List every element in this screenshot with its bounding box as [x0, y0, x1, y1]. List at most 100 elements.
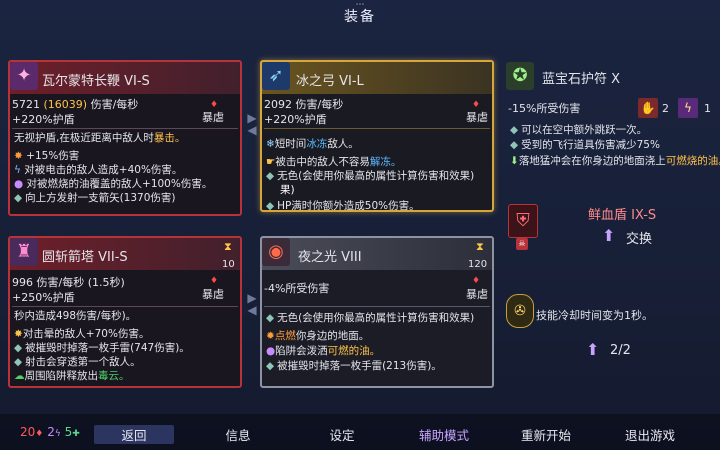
desc-highlight: 可燃的油。: [327, 345, 381, 357]
tactics-scroll-icon: ϟ: [678, 98, 698, 118]
settings-button[interactable]: 设定: [310, 425, 374, 444]
cooldown-value: 120: [468, 259, 488, 270]
hourglass-icon: ⧗: [224, 240, 232, 253]
brutality-stat: 20: [20, 425, 36, 439]
desc-highlight: 暴击。: [153, 132, 186, 144]
desc-text: 周围陷阱: [24, 370, 67, 382]
divider: [264, 128, 490, 129]
scaling-tag: 暴虐: [466, 111, 488, 124]
desc-line: ✹点燃你身边的地面。: [266, 330, 369, 343]
desc-highlight: 点燃: [274, 330, 296, 342]
desc-line: 果): [280, 184, 295, 196]
oil-icon: ●: [14, 178, 24, 190]
dps-unit: 伤害/每秒 (1.5秒): [36, 276, 125, 289]
dps-line: 5721 (16039) 伤害/每秒: [12, 98, 138, 112]
tactics-small-icon: ϟ: [54, 429, 61, 439]
item-card-ice-bow[interactable]: ➶ 冰之弓 VI-L 2092 伤害/每秒 +220%护盾 ♦ 暴虐 ❄短时间冰…: [260, 60, 494, 212]
desc-line: ☁周围陷阱释放出毒云。: [14, 370, 130, 383]
brutality-icon: ♦: [210, 100, 219, 110]
desc-line: ◆ 受到的飞行道具伤害减少75%: [510, 139, 660, 152]
desc-text: 被击中的敌人不容易: [275, 156, 370, 168]
card-header: [262, 238, 492, 270]
bullet-icon: ◆: [266, 312, 275, 324]
slam-icon: ⬇: [510, 155, 519, 167]
item-name: 冰之弓 VI-L: [296, 74, 364, 89]
lightning-icon: ϟ: [14, 164, 21, 176]
desc-line: ◆ 被摧毁时掉落一枚手雷(213伤害)。: [266, 360, 442, 373]
desc-highlight: 解冻。: [369, 156, 402, 168]
desc-line: ◆ 可以在空中额外跳跃一次。: [510, 124, 647, 137]
desc-line: ◆ 无色(会使用你最高的属性计算伤害和效果): [266, 170, 474, 183]
item-card-blood-shield[interactable]: ⛨ ☠ 鲜血盾 IX-S ⬆ 交换: [502, 200, 718, 256]
desc-line: ◆ HP满时你额外造成50%伤害。: [266, 200, 420, 210]
turret-icon: ♜: [10, 238, 38, 266]
survival-small-icon: ✚: [72, 429, 80, 439]
item-name: 蓝宝石护符 X: [542, 72, 621, 87]
dps-unit: 伤害/每秒: [90, 98, 139, 111]
cooldown-value: 10: [222, 259, 235, 270]
amulet-panel: ✇ 技能冷却时间变为1秒。 ⬆ 2/2: [502, 292, 718, 362]
desc-highlight: 冰冻: [306, 138, 328, 150]
quit-game-button[interactable]: 退出游戏: [612, 425, 688, 444]
desc-text: 你身边的地面。: [295, 330, 370, 342]
dps-alt-value: (16039): [43, 98, 88, 111]
swap-label[interactable]: 交换: [626, 228, 652, 247]
whip-icon: ✦: [10, 62, 38, 90]
shield-bonus: +220%护盾: [12, 113, 75, 126]
flask-icon: ⬆: [586, 340, 600, 359]
desc-text: 无色(会使用你最高的属性计算伤害和效果): [277, 170, 475, 182]
brutality-count: 2: [662, 102, 669, 115]
desc-line: ● 对被燃烧的油覆盖的敌人+100%伤害。: [14, 178, 212, 191]
bullet-icon: ◆: [14, 356, 23, 368]
shield-icon: ⛨: [508, 204, 538, 238]
info-button[interactable]: 信息: [206, 425, 270, 444]
desc-text: 陷阱会泼洒: [275, 345, 328, 357]
hand-icon: ☛: [266, 156, 276, 168]
desc-line: ●陷阱会泼洒可燃的油。: [266, 345, 380, 358]
oil-icon: ●: [266, 345, 276, 357]
desc-text: 短时间: [274, 138, 307, 150]
desc-text: 无色(会使用你最高的属性计算伤害和效果): [277, 312, 475, 324]
item-card-talisman[interactable]: ✪ 蓝宝石护符 X -15%所受伤害 ✋ 2 ϟ 1 ◆ 可以在空中额外跳跃一次。…: [502, 60, 720, 190]
restart-button[interactable]: 重新开始: [508, 425, 584, 444]
fire-icon: ✹: [266, 330, 275, 342]
desc-highlight: 可燃烧的油。: [665, 155, 720, 167]
tactics-stat: 2: [47, 425, 55, 439]
bullet-icon: ◆: [14, 192, 23, 204]
divider: [264, 306, 490, 307]
snowflake-icon: ❄: [266, 138, 275, 150]
bullet-icon: ◆: [14, 342, 23, 354]
item-name: 瓦尔蒙特长鞭 VI-S: [42, 74, 150, 89]
dps-value: 2092: [264, 98, 292, 111]
item-card-whip[interactable]: ✦ 瓦尔蒙特长鞭 VI-S 5721 (16039) 伤害/每秒 +220%护盾…: [8, 60, 242, 216]
bullet-icon: ◆: [266, 360, 275, 372]
item-card-turret[interactable]: ♜ 圆斩箭塔 VII-S ⧗ 10 996 伤害/每秒 (1.5秒) +250%…: [8, 236, 242, 388]
skull-icon: ☠: [516, 238, 528, 250]
amulet-count: 2/2: [610, 343, 631, 358]
desc-text: 被摧毁时掉落一枚手雷(747伤害)。: [25, 342, 190, 354]
damage-reduction: -15%所受伤害: [508, 102, 581, 115]
shield-bonus: +220%护盾: [264, 113, 327, 126]
desc-text: 敌人。: [327, 138, 359, 150]
desc-line: ❄短时间冰冻敌人。: [266, 138, 359, 151]
stun-icon: ✸: [14, 328, 23, 340]
back-button[interactable]: 返回: [94, 425, 174, 444]
scaling-tag: 暴虐: [202, 288, 224, 301]
brutality-icon: ♦: [472, 100, 481, 110]
desc-highlight: 毒云。: [98, 370, 130, 382]
bullet-icon: ◆: [266, 170, 275, 182]
desc-text: 被摧毁时掉落一枚手雷(213伤害)。: [277, 360, 442, 372]
brutality-scroll-icon: ✋: [638, 98, 658, 118]
item-card-night-light[interactable]: ◉ 夜之光 VIII ⧗ 120 -4%所受伤害 ♦ 暴虐 ◆ 无色(会使用你最高…: [260, 236, 494, 388]
brutality-icon: ♦: [472, 276, 481, 286]
hourglass-icon: ⧗: [476, 240, 484, 253]
desc-line: ⬇落地猛冲会在你身边的地面浇上可燃烧的油。: [510, 155, 720, 168]
desc-text: 对被电击的敌人造成+40%伤害。: [24, 164, 183, 176]
stat-summary: 20♦ 2ϟ 5✚: [20, 425, 80, 439]
lantern-icon: ◉: [262, 238, 290, 266]
amulet-effect: 技能冷却时间变为1秒。: [536, 309, 653, 322]
desc-line: ◆ 无色(会使用你最高的属性计算伤害和效果): [266, 312, 474, 325]
scaling-tag: 暴虐: [202, 111, 224, 124]
bow-icon: ➶: [262, 62, 290, 90]
assist-mode-button[interactable]: 辅助模式: [404, 425, 484, 444]
